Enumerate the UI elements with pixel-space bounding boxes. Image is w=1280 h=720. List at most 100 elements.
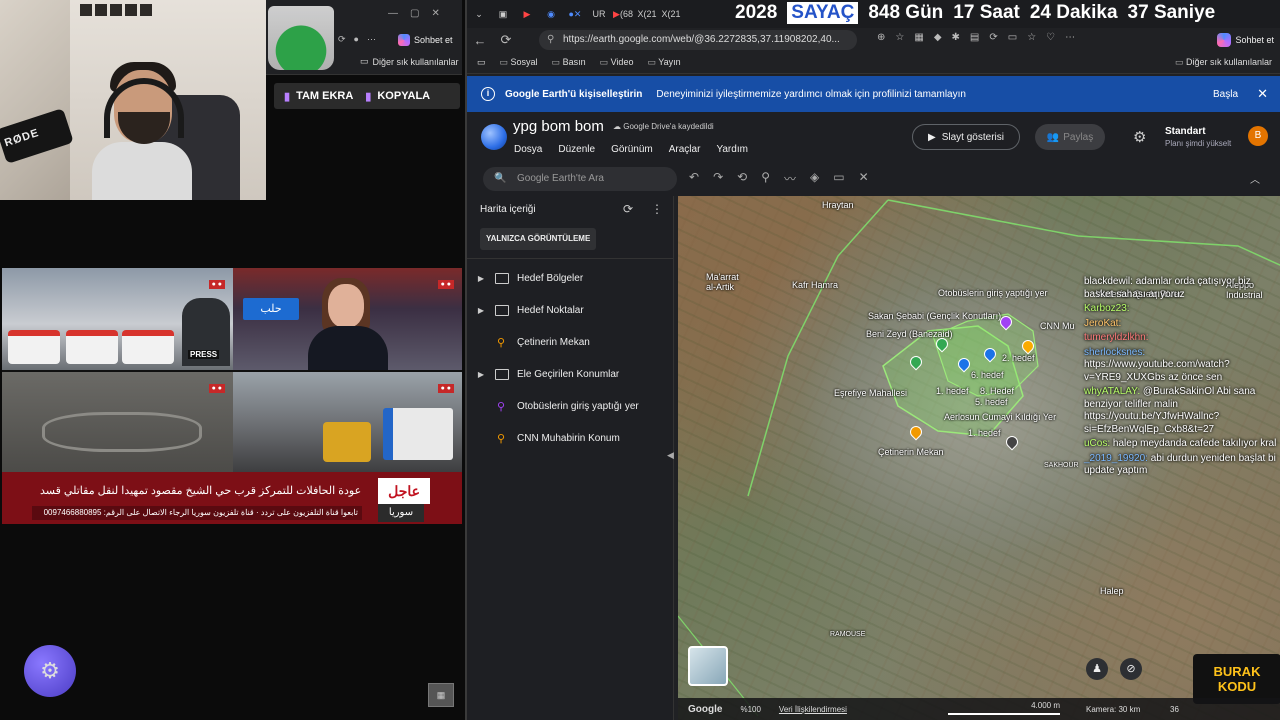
map-content-panel: Harita içeriği ⟳ ⋮ YALNIZCA GÖRÜNTÜLEME …	[467, 196, 674, 720]
layers-icon[interactable]: ◈	[810, 170, 819, 187]
map-label-hraytan: Hraytan	[822, 200, 854, 210]
chevron-right-icon[interactable]: ▶	[467, 306, 495, 315]
close-icon[interactable]: ✕	[1257, 86, 1268, 102]
map-label-maarrat: Ma'arrat al-Artik	[706, 272, 739, 292]
chat-button[interactable]: Sohbet et	[1217, 32, 1274, 48]
reload-icon[interactable]: ⟳	[493, 32, 519, 48]
settings-gear-icon[interactable]: ⚙	[1133, 128, 1146, 146]
tab-icon[interactable]: ▣	[491, 4, 515, 24]
map-label-ramouse: RAMOUSE	[830, 631, 866, 638]
measure-icon[interactable]: ✕	[859, 170, 869, 187]
street-sign: حلب	[243, 298, 299, 320]
sidebar-item-ele-gecirilen[interactable]: ▶ Ele Geçirilen Konumlar	[467, 358, 674, 390]
compass-icon[interactable]: ⊘	[1120, 658, 1142, 680]
ruler-icon[interactable]: ▭	[833, 170, 844, 187]
map-style-thumbnail[interactable]	[688, 646, 728, 686]
map-label-esrefiye: Eşrefiye Mahallesi	[834, 388, 908, 398]
more-vert-icon[interactable]: ⋮	[651, 202, 663, 216]
redo-icon[interactable]: ↷	[713, 170, 723, 187]
fullscreen-label: TAM EKRA	[296, 90, 354, 102]
pegman-icon[interactable]: ♟	[1086, 658, 1108, 680]
channel-logo: سوريا	[378, 504, 424, 522]
slideshow-icon: ▶	[928, 131, 936, 143]
extensions-bar[interactable]: ⊕ ☆ ▦ ◆ ✱ ▤ ⟳ ▭ ☆ ♡ ⋯	[877, 32, 1075, 43]
tab-icon[interactable]: ◉	[539, 4, 563, 24]
mini-chat-button[interactable]: Sohbet et	[398, 32, 453, 48]
chat-message: sherlocksnes: https://www.youtube.com/wa…	[1084, 346, 1230, 383]
screen-share-banner[interactable]: ▮ TAM EKRA ▮ KOPYALA	[274, 83, 460, 109]
stream-chat-overlay: blackdewil: adamlar orda çatışıyor biz b…	[1084, 276, 1280, 480]
tab-list-icon[interactable]: ⌄	[467, 4, 491, 24]
mini-toolbar[interactable]: ⟳ ● ⋯	[338, 34, 376, 45]
gear-icon[interactable]: ⚙	[24, 645, 76, 697]
notice-start-button[interactable]: Başla	[1213, 89, 1238, 100]
browser-window: ⌄ ▣ ▶ ◉ ●✕ UR ▶ (68 X (21 X (21 2028 SAYAÇ …	[465, 0, 1280, 720]
bookmark-folder[interactable]: Sosyal	[500, 57, 538, 68]
chevron-right-icon[interactable]: ▶	[467, 274, 495, 283]
folder-icon	[495, 272, 509, 284]
camera-readout: 36	[1170, 704, 1179, 714]
menu-view[interactable]: Görünüm	[611, 144, 653, 155]
folder-icon	[495, 304, 509, 316]
share-icon: 👥	[1046, 131, 1060, 143]
refresh-icon[interactable]: ⟳	[623, 202, 633, 216]
search-input[interactable]: 🔍 Google Earth'te Ara	[483, 167, 677, 191]
avatar[interactable]: B	[1248, 126, 1268, 146]
map-tools: ↶ ↷ ⟲ ⚲ 〰 ◈ ▭ ✕	[689, 170, 869, 187]
urgent-tag: عاجل	[378, 478, 430, 504]
google-earth-logo-icon[interactable]	[481, 124, 507, 150]
fullscreen-icon: ▮	[284, 90, 291, 103]
share-button[interactable]: 👥 Paylaş	[1035, 124, 1105, 150]
bookmark-folder-other[interactable]: Diğer sık kullanılanlar	[1175, 57, 1272, 68]
tab-icon[interactable]: UR	[587, 4, 611, 24]
url-field[interactable]: ⚲ https://earth.google.com/web/@36.227283…	[539, 30, 857, 50]
map-label-hedef-8: 8. Hedef	[980, 386, 1015, 396]
menu-edit[interactable]: Düzenle	[558, 144, 595, 155]
bookmark-icon[interactable]: ▭	[477, 57, 486, 68]
undo-icon[interactable]: ↶	[689, 170, 699, 187]
mini-bookmarks-other[interactable]: ▭ Diğer sık kullanılanlar	[360, 56, 459, 67]
news-headline: مراسلة تلفزيون سوريا: عودة الحافلات للتم…	[40, 485, 362, 497]
sidebar-item-hedef-bolgeler[interactable]: ▶ Hedef Bölgeler	[467, 262, 674, 294]
back-icon[interactable]: ←	[467, 33, 493, 48]
panel-collapse-icon[interactable]: ◀	[667, 450, 674, 461]
plan-info[interactable]: Standart Planı şimdi yükselt	[1165, 126, 1231, 148]
menu-file[interactable]: Dosya	[514, 144, 542, 155]
mini-window-controls[interactable]: — ▢ ✕	[388, 8, 440, 19]
sidebar-item-hedef-noktalar[interactable]: ▶ Hedef Noktalar	[467, 294, 674, 326]
tab-icon[interactable]: ▶	[515, 4, 539, 24]
qr-code-icon: ▦	[428, 683, 454, 707]
tab-icon[interactable]: ▶ (68	[611, 4, 635, 24]
chevron-right-icon[interactable]: ▶	[467, 370, 495, 379]
counter-minutes: 24 Dakika	[1029, 2, 1118, 23]
chat-message: whyATALAY: @BurakSakinOl Abi sana benziy…	[1084, 386, 1256, 435]
history-icon[interactable]: ⟲	[737, 170, 747, 187]
info-icon: i	[481, 87, 495, 101]
map-view[interactable]: Hraytan Kafr Hamra Ma'arrat al-Artik Oto…	[678, 196, 1280, 720]
news-ticker: عاجل مراسلة تلفزيون سوريا: عودة الحافلات…	[2, 472, 462, 524]
project-title[interactable]: ypg bom bom	[513, 118, 604, 135]
bookmark-folder[interactable]: Basın	[552, 57, 586, 68]
x-tab-icon[interactable]: X (21	[659, 4, 683, 24]
menu-tools[interactable]: Araçlar	[669, 144, 701, 155]
x-tab-icon[interactable]: X (21	[635, 4, 659, 24]
sidebar-item-cetinerin-mekan[interactable]: ⚲ Çetinerin Mekan	[467, 326, 674, 358]
tab-icon[interactable]: ●✕	[563, 4, 587, 24]
chevron-up-icon[interactable]: ︿	[1250, 171, 1260, 186]
map-label-cetinerin: Çetinerin Mekan	[878, 447, 944, 457]
map-label-sakan: Sakan Şebabi (Gençlik Konutları)	[868, 311, 1002, 321]
bookmark-folder[interactable]: Yayın	[647, 57, 680, 68]
sidebar-item-cnn[interactable]: ⚲ CNN Muhabirin Konum	[467, 422, 674, 454]
counter-year: 2028	[735, 2, 778, 23]
chat-message: Karboz23:	[1084, 303, 1130, 314]
menu-help[interactable]: Yardım	[716, 144, 748, 155]
sidebar-item-otobus[interactable]: ⚲ Otobüslerin giriş yaptığı yer	[467, 390, 674, 422]
path-icon[interactable]: 〰	[784, 170, 796, 187]
slideshow-button[interactable]: ▶ Slayt gösterisi	[912, 124, 1020, 150]
map-label-hedef-5: 5. hedef	[975, 397, 1008, 407]
placemark-icon[interactable]: ⚲	[761, 170, 770, 187]
menu-bar: Dosya Düzenle Görünüm Araçlar Yardım	[514, 144, 748, 155]
bookmark-folder[interactable]: Video	[600, 57, 634, 68]
search-icon: 🔍	[494, 173, 507, 184]
data-attribution-link[interactable]: Veri İlişkilendirmesi	[779, 705, 847, 714]
